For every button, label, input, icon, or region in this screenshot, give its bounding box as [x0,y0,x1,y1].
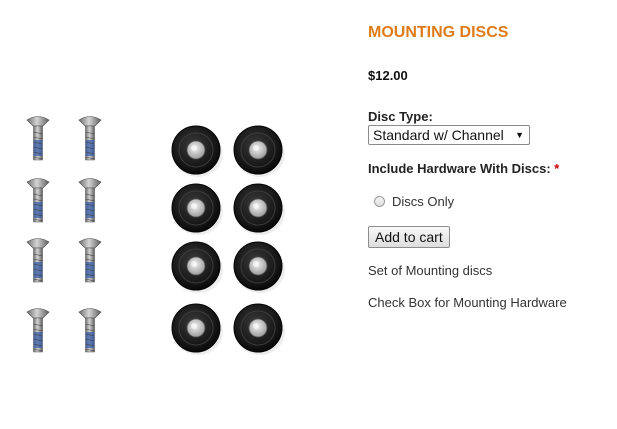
screw [78,308,102,353]
screw-group [26,116,102,353]
dropdown-arrow-icon: ▼ [515,130,524,140]
mounting-hardware-photo [26,116,285,355]
screw [78,238,102,283]
disc-group [171,125,285,355]
mounting-disc [171,125,223,177]
mounting-disc [233,303,285,355]
description-line-1: Set of Mounting discs [368,263,493,278]
screw [78,116,102,161]
hardware-label-text: Include Hardware With Discs: [368,161,551,176]
mounting-disc [233,125,285,177]
disc-type-selected-value: Standard w/ Channel [373,127,504,143]
screw [26,308,50,353]
product-image [0,0,340,429]
screw [26,238,50,283]
description-line-2: Check Box for Mounting Hardware [368,295,567,310]
product-title: MOUNTING DISCS [368,24,509,41]
hardware-label: Include Hardware With Discs: * [368,161,559,176]
screw [26,116,50,161]
screw [78,178,102,223]
disc-type-label: Disc Type: [368,109,433,124]
disc-type-select[interactable]: Standard w/ Channel ▼ [368,125,530,145]
discs-only-option[interactable]: Discs Only [374,194,454,209]
discs-only-radio[interactable] [374,196,385,207]
required-marker: * [554,161,560,176]
mounting-disc [171,303,223,355]
mounting-disc [233,241,285,293]
discs-only-label: Discs Only [392,194,455,209]
mounting-disc [233,183,285,235]
add-to-cart-button[interactable]: Add to cart [368,226,450,248]
screw [26,178,50,223]
product-price: $12.00 [368,68,408,83]
mounting-disc [171,241,223,293]
mounting-disc [171,183,223,235]
